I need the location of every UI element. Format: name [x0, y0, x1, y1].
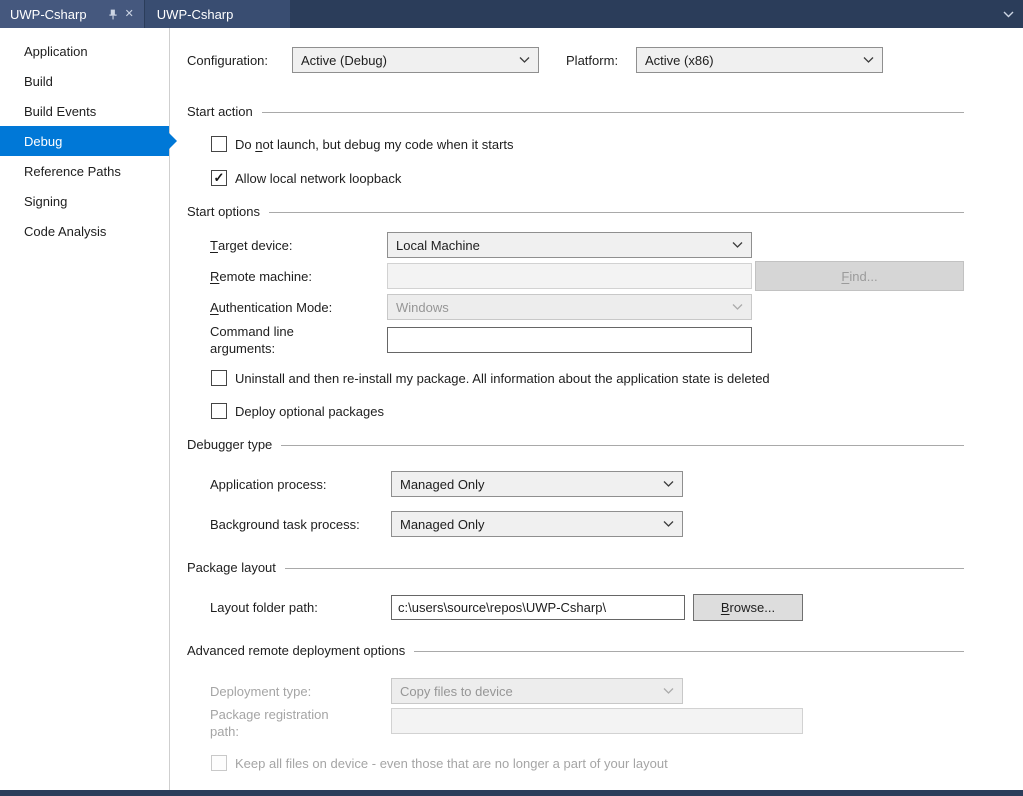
- vs-project-properties-window: UWP-Csharp ✕ UWP-Csharp Application Buil…: [0, 0, 1023, 796]
- section-divider: [414, 651, 964, 652]
- document-tab-inactive[interactable]: UWP-Csharp: [143, 0, 290, 28]
- section-divider: [281, 445, 964, 446]
- platform-label: Platform:: [566, 52, 619, 68]
- no-launch-label: Do not launch, but debug my code when it…: [235, 136, 514, 152]
- platform-value: Active (x86): [645, 52, 714, 68]
- tab-label: UWP-Csharp: [10, 6, 87, 22]
- sidebar-item-label: Debug: [24, 133, 63, 149]
- sidebar-item-label: Code Analysis: [24, 223, 107, 239]
- authentication-mode-label: Authentication Mode:: [210, 299, 333, 315]
- deploy-optional-packages-checkbox[interactable]: [211, 403, 227, 419]
- section-title: Start action: [187, 104, 253, 119]
- bottom-border: [0, 790, 1023, 796]
- loopback-label: Allow local network loopback: [235, 170, 402, 186]
- chevron-down-icon: [863, 57, 874, 63]
- section-title: Start options: [187, 204, 260, 219]
- section-title: Package layout: [187, 560, 276, 575]
- deploy-optional-packages-checkbox-row[interactable]: Deploy optional packages: [211, 401, 384, 421]
- find-button: Find...: [755, 261, 964, 291]
- section-advanced-remote-deployment: Advanced remote deployment options: [187, 642, 964, 659]
- sidebar-item-label: Application: [24, 43, 88, 59]
- section-start-options: Start options: [187, 203, 964, 220]
- package-registration-path-label: Package registration path:: [210, 707, 329, 739]
- authentication-mode-value: Windows: [396, 299, 449, 315]
- application-process-value: Managed Only: [400, 476, 485, 492]
- deployment-type-label: Deployment type:: [210, 683, 312, 699]
- keep-files-label: Keep all files on device - even those th…: [235, 755, 668, 771]
- close-icon[interactable]: ✕: [125, 8, 134, 20]
- sidebar-item-application[interactable]: Application: [0, 36, 169, 66]
- background-task-process-combobox[interactable]: Managed Only: [391, 511, 683, 537]
- chevron-down-icon: [732, 304, 743, 310]
- properties-body: Application Build Build Events Debug Ref…: [0, 28, 1023, 790]
- sidebar-item-code-analysis[interactable]: Code Analysis: [0, 216, 169, 246]
- configuration-label: Configuration:: [187, 52, 269, 68]
- sidebar-item-label: Build: [24, 73, 53, 89]
- sidebar-item-reference-paths[interactable]: Reference Paths: [0, 156, 169, 186]
- tab-label: UWP-Csharp: [156, 6, 234, 22]
- section-divider: [284, 568, 964, 569]
- deploy-optional-packages-label: Deploy optional packages: [235, 403, 384, 419]
- browse-button[interactable]: Browse...: [693, 594, 803, 621]
- background-task-process-value: Managed Only: [400, 516, 485, 532]
- target-device-label: Target device:: [210, 237, 293, 253]
- section-package-layout: Package layout: [187, 559, 964, 576]
- document-tab-bar: UWP-Csharp ✕ UWP-Csharp: [0, 0, 1023, 28]
- command-line-arguments-label: Command line arguments:: [210, 324, 294, 356]
- authentication-mode-combobox: Windows: [387, 294, 752, 320]
- target-device-value: Local Machine: [396, 237, 480, 253]
- keep-files-checkbox-row: Keep all files on device - even those th…: [211, 753, 668, 773]
- uninstall-reinstall-label: Uninstall and then re-install my package…: [235, 370, 770, 386]
- command-line-arguments-input[interactable]: [387, 327, 752, 353]
- no-launch-checkbox-row[interactable]: Do not launch, but debug my code when it…: [211, 134, 514, 154]
- layout-folder-path-label: Layout folder path:: [210, 599, 318, 615]
- sidebar-item-build-events[interactable]: Build Events: [0, 96, 169, 126]
- no-launch-checkbox[interactable]: [211, 136, 227, 152]
- configuration-combobox[interactable]: Active (Debug): [292, 47, 539, 73]
- loopback-checkbox-row[interactable]: Allow local network loopback: [211, 168, 401, 188]
- uninstall-reinstall-checkbox[interactable]: [211, 370, 227, 386]
- sidebar-item-build[interactable]: Build: [0, 66, 169, 96]
- layout-folder-path-input[interactable]: [391, 595, 685, 620]
- section-debugger-type: Debugger type: [187, 436, 964, 453]
- section-title: Advanced remote deployment options: [187, 643, 406, 658]
- sidebar-item-signing[interactable]: Signing: [0, 186, 169, 216]
- section-divider: [269, 212, 964, 213]
- property-pages-sidebar: Application Build Build Events Debug Ref…: [0, 28, 177, 790]
- debug-settings-panel: Configuration: Active (Debug) Platform: …: [170, 28, 1023, 790]
- package-registration-path-input: [391, 708, 803, 734]
- sidebar-item-label: Signing: [24, 193, 68, 209]
- document-tab-active[interactable]: UWP-Csharp ✕: [0, 0, 144, 28]
- chevron-down-icon: [663, 688, 674, 694]
- application-process-combobox[interactable]: Managed Only: [391, 471, 683, 497]
- sidebar-item-debug[interactable]: Debug: [0, 126, 177, 156]
- section-title: Debugger type: [187, 437, 273, 452]
- uninstall-reinstall-checkbox-row[interactable]: Uninstall and then re-install my package…: [211, 368, 770, 388]
- loopback-checkbox[interactable]: [211, 170, 227, 186]
- target-device-combobox[interactable]: Local Machine: [387, 232, 752, 258]
- remote-machine-input: [387, 263, 752, 289]
- deployment-type-value: Copy files to device: [400, 683, 513, 699]
- configuration-value: Active (Debug): [301, 52, 387, 68]
- chevron-down-icon: [732, 242, 743, 248]
- deployment-type-combobox: Copy files to device: [391, 678, 683, 704]
- sidebar-item-label: Reference Paths: [24, 163, 121, 179]
- background-task-process-label: Background task process:: [210, 516, 360, 532]
- remote-machine-label: Remote machine:: [210, 268, 312, 284]
- chevron-down-icon: [663, 481, 674, 487]
- application-process-label: Application process:: [210, 476, 327, 492]
- pin-icon[interactable]: [107, 8, 119, 21]
- section-start-action: Start action: [187, 103, 964, 120]
- section-divider: [261, 112, 964, 113]
- tab-list-chevron-down-icon[interactable]: [1003, 11, 1014, 18]
- chevron-down-icon: [519, 57, 530, 63]
- keep-files-checkbox: [211, 755, 227, 771]
- platform-combobox[interactable]: Active (x86): [636, 47, 883, 73]
- sidebar-item-label: Build Events: [24, 103, 97, 119]
- chevron-down-icon: [663, 521, 674, 527]
